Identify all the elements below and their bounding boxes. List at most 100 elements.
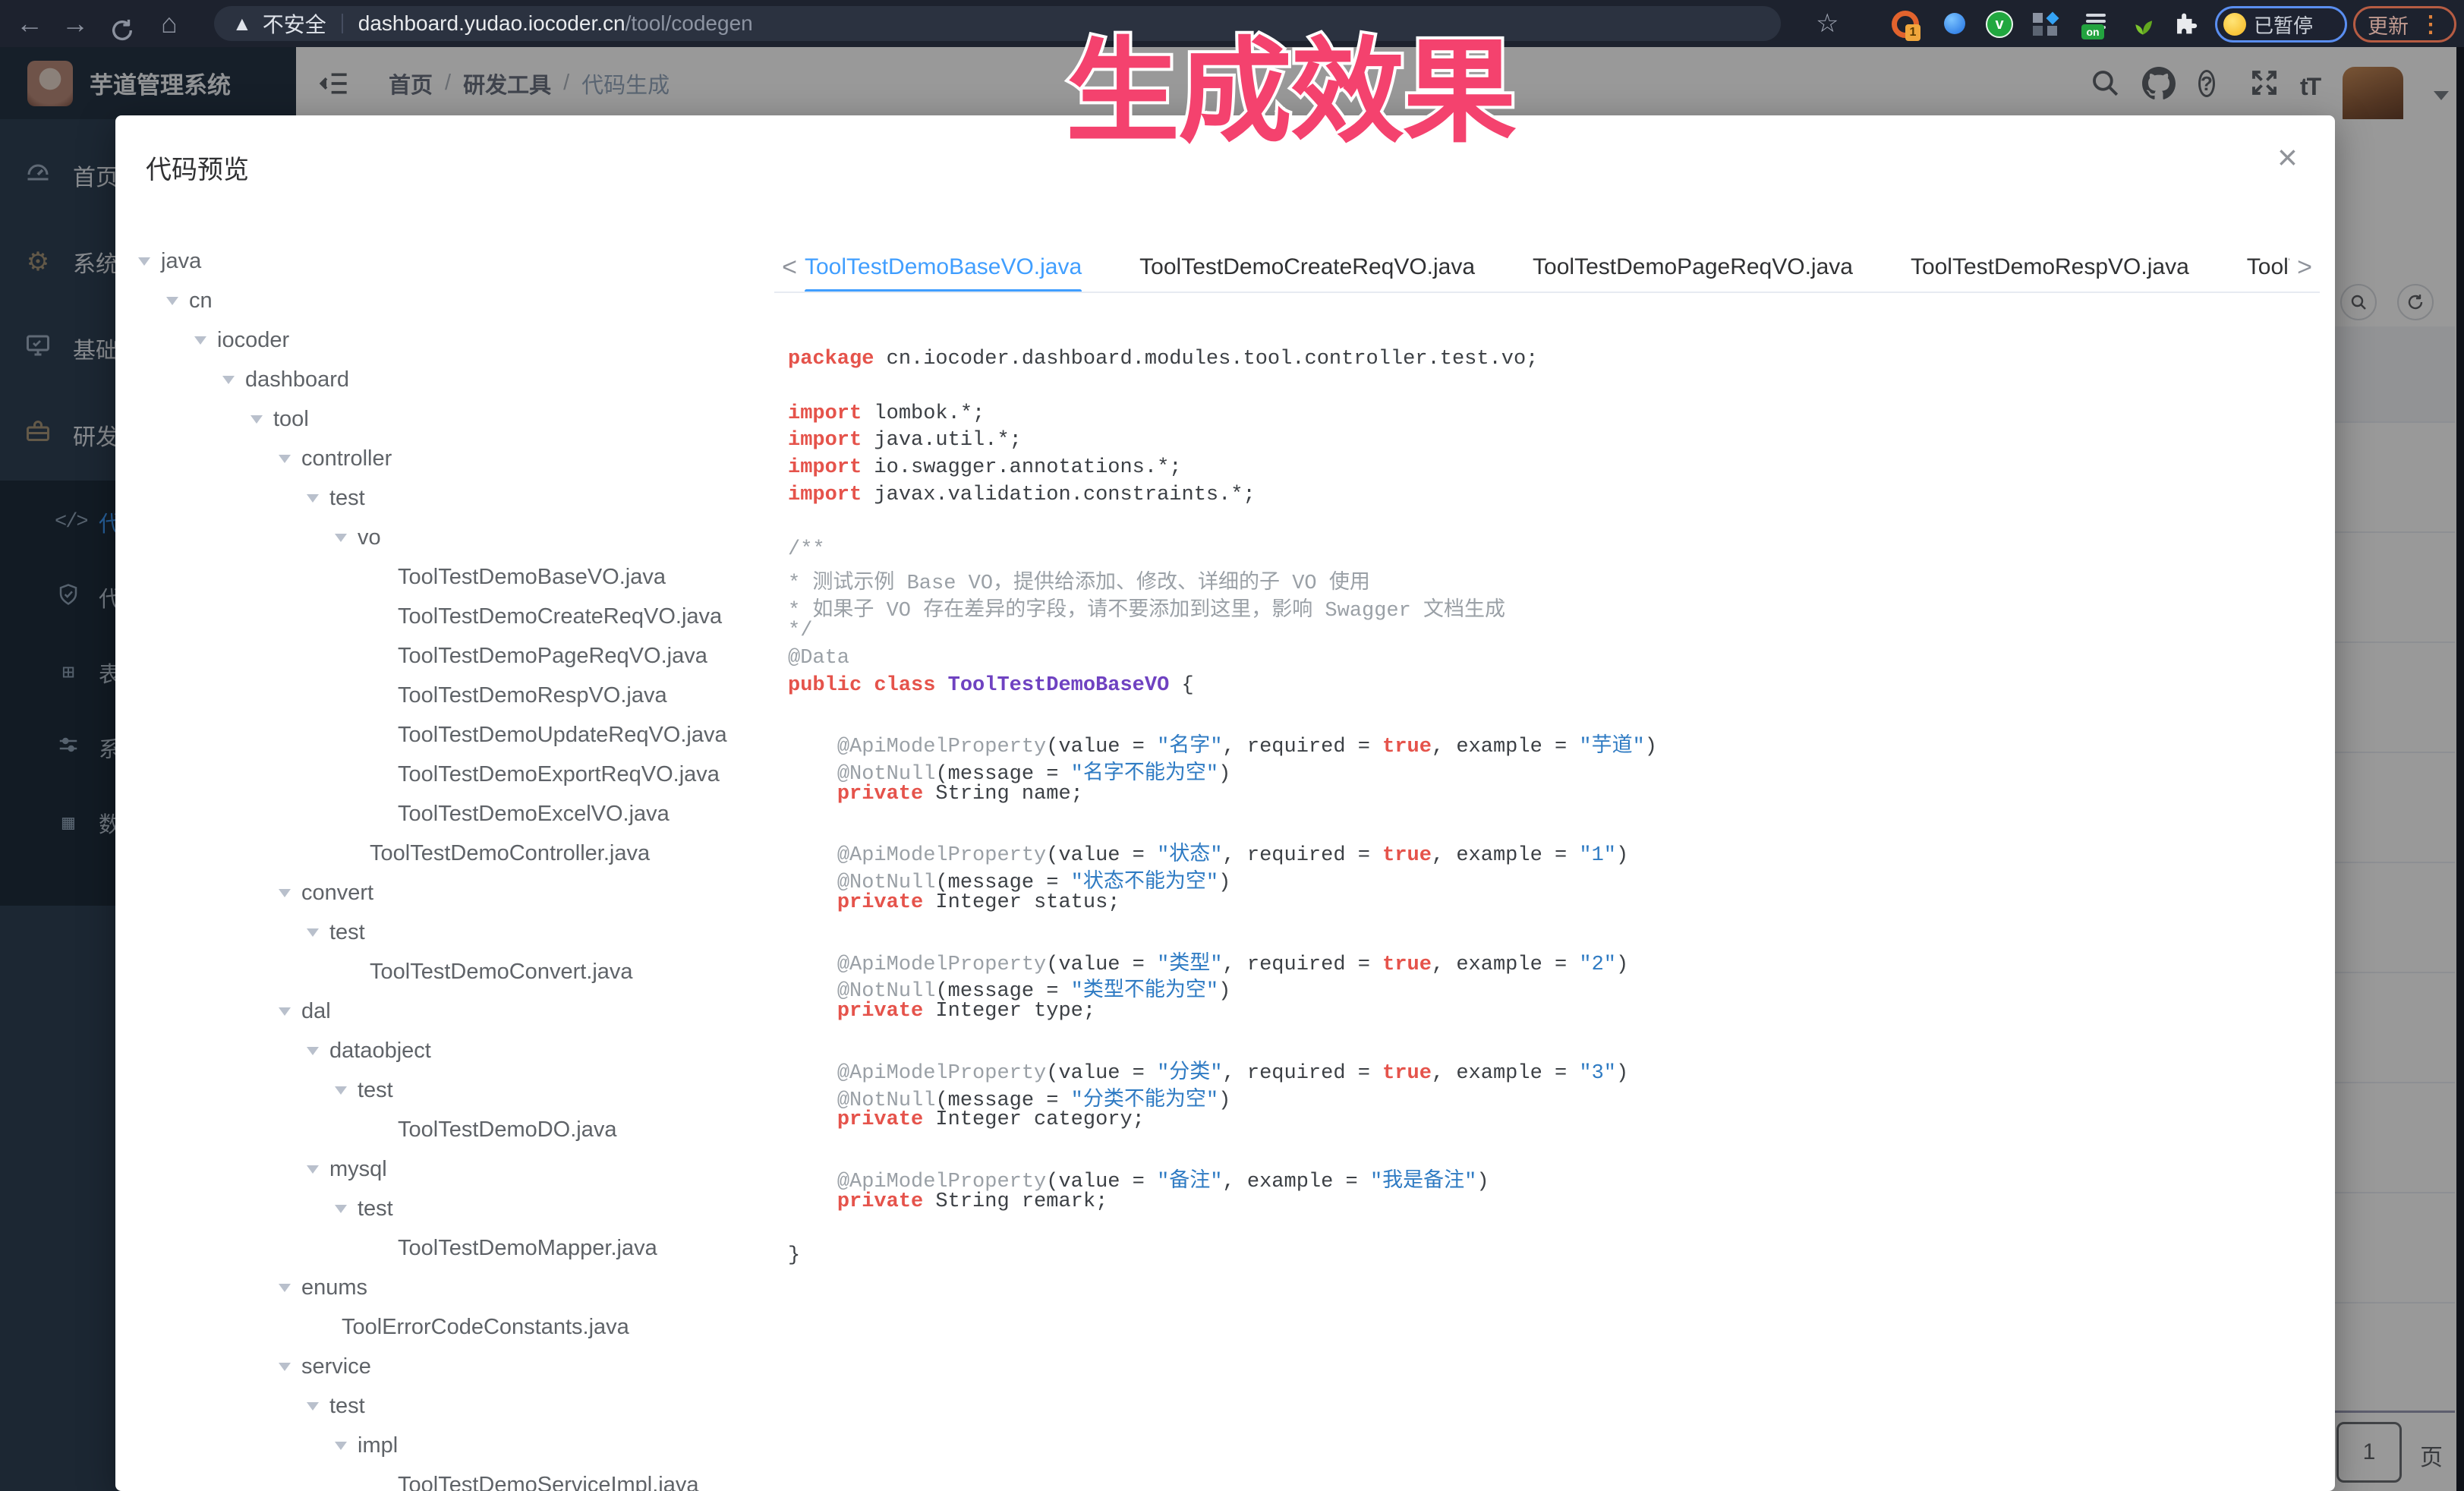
dialog-title: 代码预览 [146,149,249,186]
extension-plant-icon[interactable] [2130,11,2156,36]
tree-label: ToolErrorCodeConstants.java [342,1315,629,1340]
tree-folder[interactable]: java [138,241,776,281]
tabs-next-icon[interactable]: > [2289,253,2320,282]
tree-file[interactable]: ToolTestDemoExportReqVO.java [138,755,776,794]
browser-scrollbar[interactable] [2456,47,2464,1491]
back-icon[interactable]: ← [11,0,49,47]
extension-paused-pill[interactable]: 已暂停 [2215,6,2347,43]
caret-down-icon[interactable] [194,336,206,345]
caret-down-icon[interactable] [335,1086,347,1095]
code-line: import javax.validation.constraints.*; [788,484,2314,511]
file-tab[interactable]: ToolTestDemoPageReqVO.java [1533,243,1853,292]
tree-label: impl [358,1433,398,1458]
tree-label: dataobject [329,1039,431,1064]
tree-folder[interactable]: controller [138,439,776,478]
tree-file[interactable]: ToolTestDemoExcelVO.java [138,794,776,834]
code-line: import java.util.*; [788,429,2314,456]
home-icon[interactable]: ⌂ [150,0,188,47]
tree-folder[interactable]: vo [138,518,776,557]
caret-down-icon[interactable] [307,1402,319,1411]
caret-down-icon[interactable] [307,494,319,503]
tree-folder[interactable]: impl [138,1426,776,1465]
caret-down-icon[interactable] [307,1047,319,1055]
caret-down-icon[interactable] [335,534,347,542]
tree-folder[interactable]: tool [138,399,776,439]
caret-down-icon[interactable] [279,1284,291,1292]
tree-folder[interactable]: enums [138,1268,776,1307]
tree-folder[interactable]: dal [138,991,776,1031]
caret-down-icon[interactable] [279,1363,291,1371]
url-host[interactable]: dashboard.yudao.iocoder.cn [358,11,625,36]
caret-down-icon[interactable] [279,455,291,463]
caret-down-icon[interactable] [279,1007,291,1016]
reload-icon[interactable] [103,0,141,47]
code-view[interactable]: package cn.iocoder.dashboard.modules.too… [788,348,2314,1272]
caret-down-icon[interactable] [307,1165,319,1174]
extension-list-icon[interactable]: on [2083,11,2109,36]
tree-folder[interactable]: test [138,1070,776,1110]
browser-update-button[interactable]: 更新 ⋮ [2353,6,2456,43]
update-label: 更新 [2368,10,2409,39]
extension-green-v-icon[interactable]: v [1986,11,2012,36]
tree-file[interactable]: ToolTestDemoRespVO.java [138,676,776,715]
code-line: package cn.iocoder.dashboard.modules.too… [788,348,2314,375]
tree-file[interactable]: ToolTestDemoBaseVO.java [138,557,776,597]
tree-file[interactable]: ToolTestDemoCreateReqVO.java [138,597,776,636]
forward-icon[interactable]: → [56,0,94,47]
emoji-face-icon [2223,13,2246,36]
tree-file[interactable]: ToolTestDemoUpdateReqVO.java [138,715,776,755]
tree-label: test [358,1196,393,1221]
tree-label: dal [301,999,331,1024]
tree-folder[interactable]: test [138,1386,776,1426]
caret-down-icon[interactable] [166,297,178,305]
tree-folder[interactable]: mysql [138,1149,776,1189]
caret-down-icon[interactable] [250,415,263,424]
file-tab[interactable]: ToolTestDemoCreateReqVO.java [1139,243,1475,292]
tree-file[interactable]: ToolTestDemoMapper.java [138,1228,776,1268]
tree-folder[interactable]: cn [138,281,776,320]
tree-folder[interactable]: test [138,478,776,518]
caret-down-icon[interactable] [335,1205,347,1213]
tree-folder[interactable]: convert [138,873,776,913]
file-tab[interactable]: ToolTestDemoRespVO.java [1911,243,2189,292]
caret-down-icon[interactable] [307,928,319,937]
tree-folder[interactable]: iocoder [138,320,776,360]
caret-down-icon[interactable] [279,889,291,897]
tree-label: ToolTestDemoExcelVO.java [398,802,670,827]
tree-label: ToolTestDemoDO.java [398,1117,617,1143]
tabs-prev-icon[interactable]: < [774,253,805,282]
tree-file[interactable]: ToolErrorCodeConstants.java [138,1307,776,1347]
tree-label: mysql [329,1157,387,1182]
tree-label: enums [301,1275,367,1300]
screen: ← → ⌂ ▲ 不安全 dashboard.yudao.iocoder.cn/t… [0,0,2464,1491]
extension-orange-icon[interactable]: 1 [1892,11,1917,36]
tree-folder[interactable]: service [138,1347,776,1386]
caret-down-icon[interactable] [138,257,150,266]
tree-file[interactable]: ToolTestDemoController.java [138,834,776,873]
extension-blue-drop-icon[interactable] [1942,11,1968,36]
tree-folder[interactable]: dashboard [138,360,776,399]
tree-folder[interactable]: dataobject [138,1031,776,1070]
security-label[interactable]: 不安全 [263,8,326,39]
code-line: * 如果子 VO 存在差异的字段，请不要添加到这里，影响 Swagger 文档生… [788,592,2314,619]
tree-file[interactable]: ToolTestDemoPageReqVO.java [138,636,776,676]
file-tab[interactable]: ToolTe [2247,243,2289,292]
caret-down-icon[interactable] [222,376,235,384]
caret-down-icon[interactable] [335,1442,347,1450]
close-icon[interactable]: × [2277,140,2298,175]
extension-squares-icon[interactable] [2033,11,2059,36]
file-tree: javacniocoderdashboardtoolcontrollertest… [138,241,776,1491]
tree-file[interactable]: ToolTestDemoServiceImpl.java [138,1465,776,1491]
tree-folder[interactable]: test [138,913,776,952]
kebab-menu-icon[interactable]: ⋮ [2419,11,2442,38]
tree-file[interactable]: ToolTestDemoConvert.java [138,952,776,991]
tree-file[interactable]: ToolTestDemoDO.java [138,1110,776,1149]
file-tab[interactable]: ToolTestDemoBaseVO.java [805,243,1082,292]
bookmark-star-icon[interactable]: ☆ [1816,0,1839,47]
code-line [788,701,2314,728]
url-path[interactable]: /tool/codegen [625,11,753,36]
tree-folder[interactable]: test [138,1189,776,1228]
code-line: import lombok.*; [788,402,2314,430]
tree-label: java [161,249,201,274]
extensions-puzzle-icon[interactable] [2173,11,2198,36]
